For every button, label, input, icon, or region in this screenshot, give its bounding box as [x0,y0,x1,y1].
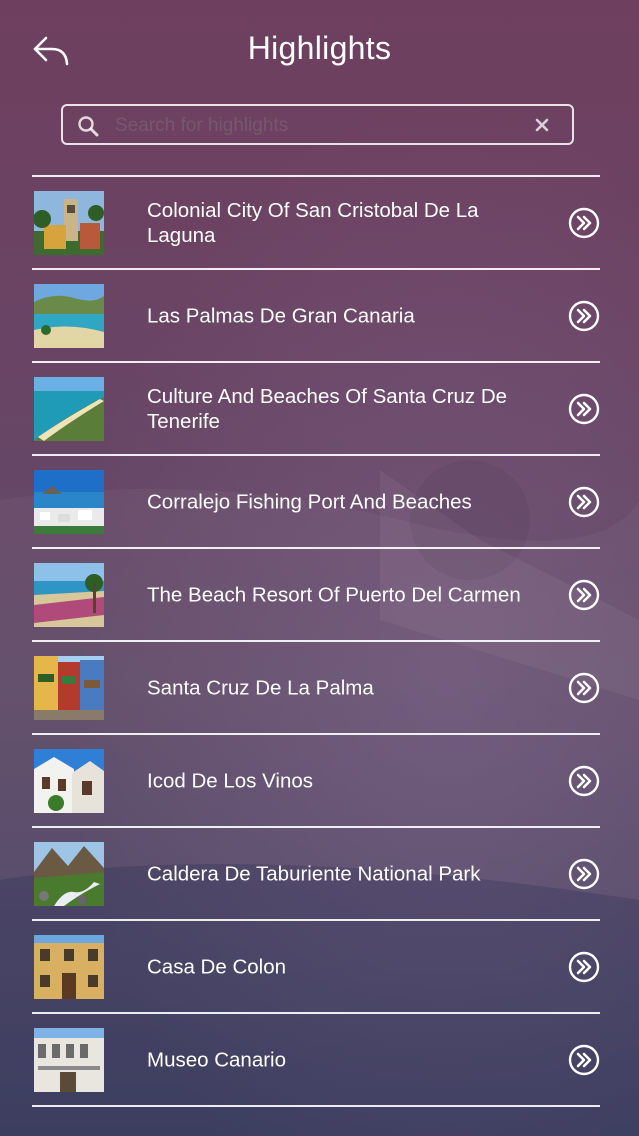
search-icon [78,116,99,137]
chevron-double-right-icon[interactable] [568,486,600,518]
thumbnail-white-houses [34,749,104,813]
list-item-label: Caldera De Taburiente National Park [147,862,481,885]
list-item[interactable]: Santa Cruz De La Palma [32,642,600,735]
thumbnail-museum-building [34,1028,104,1092]
list-item-label: Icod De Los Vinos [147,769,314,792]
thumbnail-colonial-house [34,935,104,999]
clear-x-icon[interactable] [532,115,552,135]
list-item-label: Culture And Beaches Of Santa Cruz De Ten… [147,384,508,433]
list-item-label: The Beach Resort Of Puerto Del Carmen [147,583,521,606]
search-bar[interactable] [61,104,574,145]
list-item[interactable]: Culture And Beaches Of Santa Cruz De Ten… [32,363,600,456]
thumbnail-balconies [34,656,104,720]
thumbnail-beach-bay [34,284,104,348]
list-item-label: Santa Cruz De La Palma [147,676,374,699]
chevron-double-right-icon[interactable] [568,765,600,797]
thumbnail-beach-aerial [34,377,104,441]
list-item[interactable]: Las Palmas De Gran Canaria [32,270,600,363]
chevron-double-right-icon[interactable] [568,672,600,704]
chevron-double-right-icon[interactable] [568,951,600,983]
list-item[interactable]: Caldera De Taburiente National Park [32,828,600,921]
list-item[interactable]: Casa De Colon [32,921,600,1014]
list-item[interactable]: The Beach Resort Of Puerto Del Carmen [32,549,600,642]
highlights-list: Colonial City Of San Cristobal De La Lag… [32,175,600,1107]
list-item-label: Museo Canario [147,1048,287,1071]
list-item[interactable]: Icod De Los Vinos [32,735,600,828]
list-item[interactable]: Museo Canario [32,1014,600,1107]
page-title: Highlights [247,30,392,66]
thumbnail-mountain-river [34,842,104,906]
chevron-double-right-icon[interactable] [568,300,600,332]
list-item-label: Casa De Colon [147,955,287,978]
chevron-double-right-icon[interactable] [568,393,600,425]
list-item[interactable]: Colonial City Of San Cristobal De La Lag… [32,177,600,270]
thumbnail-harbor-town [34,470,104,534]
header-bar: Highlights [0,0,639,100]
list-item-label: Colonial City Of San Cristobal De La Lag… [147,198,479,247]
chevron-double-right-icon[interactable] [568,1044,600,1076]
thumbnail-resort-beach [34,563,104,627]
thumbnail-church-tower [34,191,104,255]
search-input[interactable] [113,110,527,142]
list-item[interactable]: Corralejo Fishing Port And Beaches [32,456,600,549]
list-item-label: Las Palmas De Gran Canaria [147,304,415,327]
chevron-double-right-icon[interactable] [568,579,600,611]
chevron-double-right-icon[interactable] [568,207,600,239]
chevron-double-right-icon[interactable] [568,858,600,890]
list-item-label: Corralejo Fishing Port And Beaches [147,490,472,513]
